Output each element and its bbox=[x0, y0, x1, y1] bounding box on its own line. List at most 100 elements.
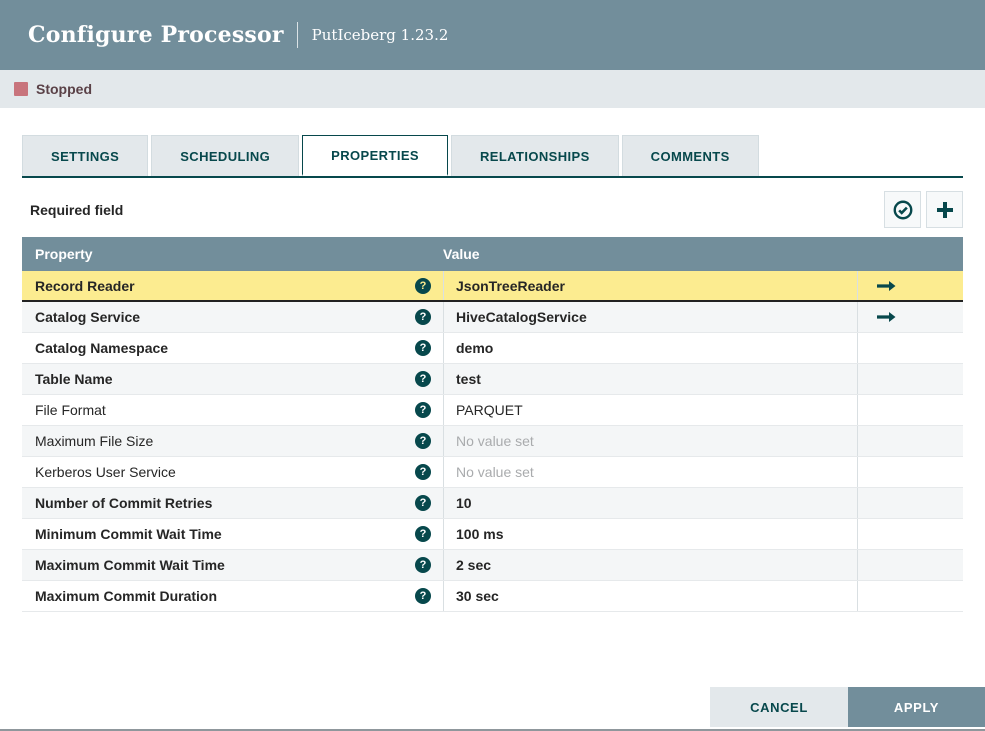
goto-cell bbox=[857, 488, 963, 518]
help-icon[interactable]: ? bbox=[415, 588, 431, 604]
property-name: Minimum Commit Wait Time bbox=[35, 526, 222, 542]
property-row[interactable]: Record Reader? JsonTreeReader bbox=[22, 271, 963, 302]
property-value-cell[interactable]: demo bbox=[443, 333, 857, 363]
properties-table-body: Record Reader? JsonTreeReader Catalog Serv… bbox=[22, 271, 963, 611]
property-name-cell: Record Reader? bbox=[22, 271, 443, 300]
property-name: Table Name bbox=[35, 371, 113, 387]
properties-table: Property Value Record Reader? JsonTreeRea… bbox=[22, 237, 963, 612]
property-name-cell: Kerberos User Service? bbox=[22, 457, 443, 487]
processor-name-version: PutIceberg 1.23.2 bbox=[311, 26, 449, 44]
property-row[interactable]: Kerberos User Service? No value set bbox=[22, 456, 963, 487]
tab-bar: SETTINGS SCHEDULING PROPERTIES RELATIONSHIP… bbox=[22, 135, 963, 178]
property-value: demo bbox=[456, 340, 494, 356]
tab-label: PROPERTIES bbox=[331, 147, 419, 163]
property-value: 2 sec bbox=[456, 557, 492, 573]
goto-cell bbox=[857, 271, 963, 300]
help-icon[interactable]: ? bbox=[415, 557, 431, 573]
property-value-cell[interactable]: test bbox=[443, 364, 857, 394]
required-field-hint: Required field bbox=[30, 201, 124, 218]
status-bar: Stopped bbox=[0, 70, 985, 108]
property-value-cell[interactable]: JsonTreeReader bbox=[443, 271, 857, 300]
property-name-cell: Number of Commit Retries? bbox=[22, 488, 443, 518]
property-row[interactable]: Catalog Service? HiveCatalogService bbox=[22, 301, 963, 332]
property-value-cell[interactable]: PARQUET bbox=[443, 395, 857, 425]
plus-icon bbox=[935, 200, 955, 220]
property-name: Kerberos User Service bbox=[35, 464, 176, 480]
goto-cell bbox=[857, 364, 963, 394]
property-value: No value set bbox=[456, 464, 534, 480]
tab-label: SETTINGS bbox=[51, 148, 120, 164]
property-value: 30 sec bbox=[456, 588, 499, 604]
help-icon[interactable]: ? bbox=[415, 433, 431, 449]
property-row[interactable]: Number of Commit Retries? 10 bbox=[22, 487, 963, 518]
property-value-cell[interactable]: 2 sec bbox=[443, 550, 857, 580]
toolbar-buttons bbox=[884, 191, 963, 228]
property-name: Maximum File Size bbox=[35, 433, 154, 449]
property-value-cell[interactable]: No value set bbox=[443, 426, 857, 456]
property-name: File Format bbox=[35, 402, 106, 418]
goto-cell bbox=[857, 302, 963, 332]
property-value: HiveCatalogService bbox=[456, 309, 587, 325]
property-row[interactable]: Minimum Commit Wait Time? 100 ms bbox=[22, 518, 963, 549]
property-value-cell[interactable]: 100 ms bbox=[443, 519, 857, 549]
dialog-title: Configure Processor bbox=[28, 22, 284, 48]
property-row[interactable]: Maximum Commit Wait Time? 2 sec bbox=[22, 549, 963, 580]
help-icon[interactable]: ? bbox=[415, 526, 431, 542]
go-to-service-icon[interactable] bbox=[877, 280, 896, 292]
property-row[interactable]: Table Name? test bbox=[22, 363, 963, 394]
tab-scheduling[interactable]: SCHEDULING bbox=[151, 135, 300, 176]
property-value-cell[interactable]: HiveCatalogService bbox=[443, 302, 857, 332]
help-icon[interactable]: ? bbox=[415, 309, 431, 325]
tab-label: RELATIONSHIPS bbox=[479, 148, 590, 164]
property-value: No value set bbox=[456, 433, 534, 449]
help-icon[interactable]: ? bbox=[415, 340, 431, 356]
tab-label: COMMENTS bbox=[650, 148, 730, 164]
verify-properties-button[interactable] bbox=[884, 191, 921, 228]
property-value-cell[interactable]: No value set bbox=[443, 457, 857, 487]
property-name: Maximum Commit Duration bbox=[35, 588, 218, 604]
help-icon[interactable]: ? bbox=[415, 402, 431, 418]
property-row[interactable]: Catalog Namespace? demo bbox=[22, 332, 963, 363]
tab-label: SCHEDULING bbox=[180, 148, 271, 164]
property-name-cell: File Format? bbox=[22, 395, 443, 425]
dialog-footer: CANCEL APPLY bbox=[710, 687, 985, 727]
property-value: JsonTreeReader bbox=[456, 277, 565, 294]
help-icon[interactable]: ? bbox=[415, 371, 431, 387]
property-row[interactable]: Maximum Commit Duration? 30 sec bbox=[22, 580, 963, 611]
property-value-cell[interactable]: 10 bbox=[443, 488, 857, 518]
property-value: PARQUET bbox=[456, 402, 523, 418]
property-row[interactable]: File Format? PARQUET bbox=[22, 394, 963, 425]
property-name: Number of Commit Retries bbox=[35, 495, 213, 511]
properties-table-header: Property Value bbox=[22, 237, 963, 271]
tab-relationships[interactable]: RELATIONSHIPS bbox=[450, 135, 619, 176]
cancel-button[interactable]: CANCEL bbox=[710, 687, 848, 727]
property-row[interactable]: Maximum File Size? No value set bbox=[22, 425, 963, 456]
help-icon[interactable]: ? bbox=[415, 495, 431, 511]
properties-toolbar: Required field bbox=[22, 191, 963, 228]
tab-properties[interactable]: PROPERTIES bbox=[302, 135, 448, 176]
goto-cell bbox=[857, 426, 963, 456]
status-label: Stopped bbox=[36, 81, 92, 97]
add-property-button[interactable] bbox=[926, 191, 963, 228]
goto-cell bbox=[857, 457, 963, 487]
property-name: Catalog Namespace bbox=[35, 340, 169, 356]
goto-cell bbox=[857, 550, 963, 580]
property-value-cell[interactable]: 30 sec bbox=[443, 581, 857, 611]
goto-cell bbox=[857, 333, 963, 363]
property-name-cell: Catalog Service? bbox=[22, 302, 443, 332]
property-name: Maximum Commit Wait Time bbox=[35, 557, 225, 573]
configure-processor-dialog: Configure Processor PutIceberg 1.23.2 St… bbox=[0, 0, 985, 731]
check-circle-icon bbox=[892, 199, 914, 221]
tab-comments[interactable]: COMMENTS bbox=[621, 135, 759, 176]
help-icon[interactable]: ? bbox=[415, 464, 431, 480]
property-name-cell: Table Name? bbox=[22, 364, 443, 394]
title-divider bbox=[296, 22, 298, 48]
goto-cell bbox=[857, 581, 963, 611]
property-name-cell: Maximum Commit Wait Time? bbox=[22, 550, 443, 580]
goto-cell bbox=[857, 395, 963, 425]
go-to-service-icon[interactable] bbox=[877, 311, 896, 323]
help-icon[interactable]: ? bbox=[415, 277, 431, 294]
tab-settings[interactable]: SETTINGS bbox=[22, 135, 149, 176]
apply-button[interactable]: APPLY bbox=[848, 687, 985, 727]
property-value: test bbox=[456, 371, 481, 387]
